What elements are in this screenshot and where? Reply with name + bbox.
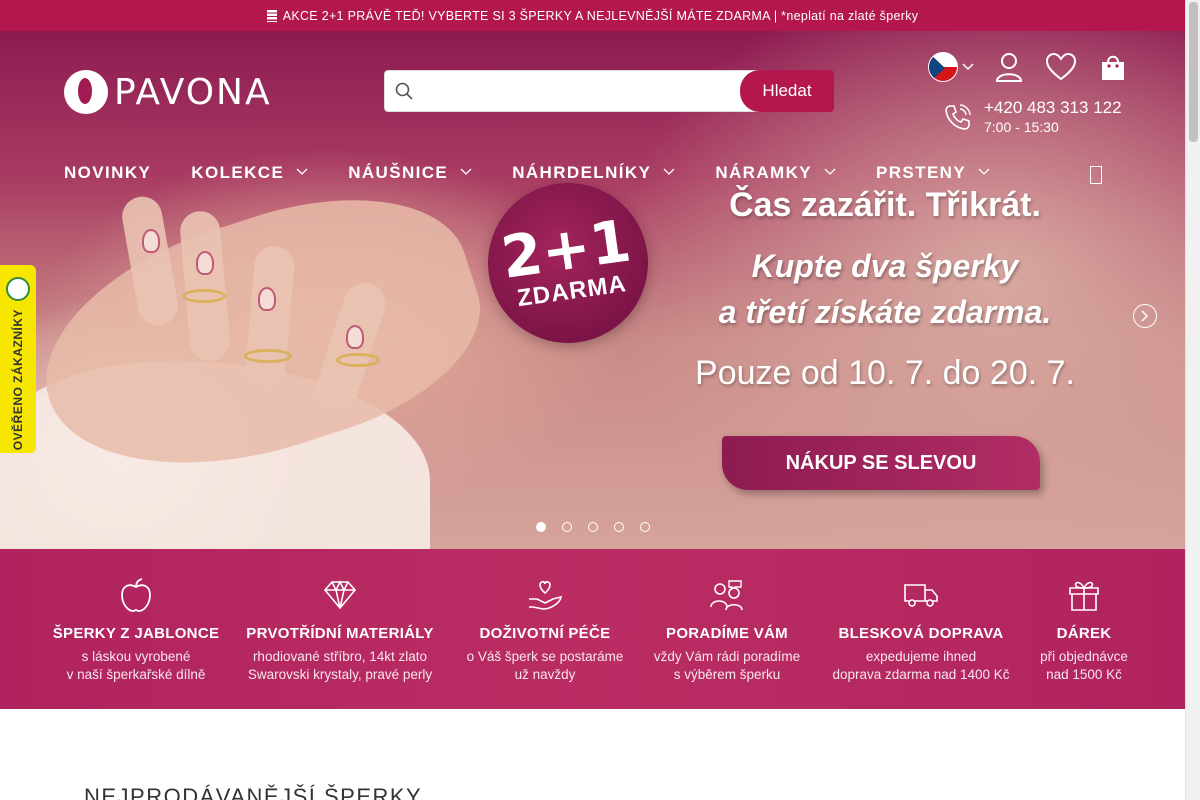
- phone-icon: [945, 104, 971, 130]
- logo-text: PAVONA: [114, 71, 272, 113]
- slider-dot[interactable]: [614, 522, 624, 532]
- main-nav: NOVINKY KOLEKCE NÁUŠNICE NÁHRDELNÍKY NÁR…: [64, 163, 1030, 183]
- hero-image-nail: [196, 251, 214, 275]
- feature-text: Swarovski krystaly, pravé perly: [247, 667, 433, 682]
- phone-hours: 7:00 - 15:30: [984, 119, 1059, 135]
- nav-item-naramky[interactable]: NÁRAMKY: [715, 163, 836, 183]
- nav-item-label: NOVINKY: [64, 163, 152, 182]
- hero-subtitle-line2: a třetí získáte zdarma.: [718, 294, 1052, 330]
- promo-text: AKCE 2+1 PRÁVĚ TEĎ! VYBERTE SI 3 ŠPERKY …: [282, 8, 919, 23]
- hero-cta-button[interactable]: NÁKUP SE SLEVOU: [722, 436, 1040, 490]
- feature-title: PRVOTŘÍDNÍ MATERIÁLY: [246, 625, 434, 642]
- feature-text: v naší šperkařské dílně: [66, 667, 206, 682]
- cart-icon[interactable]: [1096, 50, 1130, 84]
- slider-dot[interactable]: [588, 522, 598, 532]
- hero-date: Pouze od 10. 7. do 20. 7.: [695, 354, 1075, 392]
- hero-image-nail: [142, 229, 160, 253]
- slider-next-button[interactable]: [1133, 304, 1157, 328]
- scrollbar-thumb[interactable]: [1189, 2, 1198, 142]
- chevron-down-icon[interactable]: [962, 60, 974, 74]
- flag-cz-icon[interactable]: [928, 52, 958, 82]
- nav-item-prsteny[interactable]: PRSTENY: [876, 163, 990, 183]
- diamond-icon: [230, 573, 450, 617]
- feature-item: PRVOTŘÍDNÍ MATERIÁLY rhodiované stříbro,…: [230, 549, 450, 684]
- heart-icon[interactable]: [1044, 50, 1078, 84]
- slider-dot[interactable]: [640, 522, 650, 532]
- feature-title: PORADÍME VÁM: [666, 625, 788, 642]
- search-field[interactable]: [384, 70, 760, 112]
- apple-icon: [26, 573, 246, 617]
- nav-item-label: NÁRAMKY: [715, 163, 812, 182]
- nav-item-kolekce[interactable]: KOLEKCE: [191, 163, 308, 183]
- feature-text: s výběrem šperku: [673, 667, 781, 682]
- feature-title: DÁREK: [1056, 625, 1112, 642]
- phone-contact[interactable]: +420 483 313 122 7:00 - 15:30: [944, 98, 1122, 136]
- nav-item-label: NÁUŠNICE: [348, 163, 449, 182]
- page: AKCE 2+1 PRÁVĚ TEĎ! VYBERTE SI 3 ŠPERKY …: [0, 0, 1200, 800]
- logo[interactable]: PAVONA: [64, 70, 272, 114]
- nav-item-label: KOLEKCE: [191, 163, 285, 182]
- slider-dots: [536, 522, 650, 532]
- user-icon[interactable]: [992, 50, 1026, 84]
- verified-logo-icon: [6, 277, 30, 301]
- nav-item-label: PRSTENY: [876, 163, 967, 182]
- feature-text: vždy Vám rádi poradíme: [653, 649, 801, 664]
- hero-image-nail: [346, 325, 364, 349]
- hero-image-nail: [258, 287, 276, 311]
- feature-item: PORADÍME VÁM vždy Vám rádi poradíme s vý…: [617, 549, 837, 684]
- chevron-down-icon: [663, 167, 675, 179]
- hero-image-ring: [244, 349, 292, 363]
- hero-image-ring: [336, 353, 380, 367]
- nav-item-nahrdelniky[interactable]: NÁHRDELNÍKY: [512, 163, 675, 183]
- nav-item-label: NÁHRDELNÍKY: [512, 163, 652, 182]
- slider-dot[interactable]: [562, 522, 572, 532]
- verified-text: OVĚŘENO ZÁKAZNÍKY: [11, 309, 25, 451]
- search-input[interactable]: [413, 72, 760, 110]
- peacock-logo-icon: [64, 70, 108, 114]
- feature-text: rhodiované stříbro, 14kt zlato: [252, 649, 428, 664]
- chevron-down-icon: [978, 167, 990, 179]
- hero-subtitle-line1: Kupte dva šperky: [751, 248, 1019, 284]
- gift-icon: [974, 573, 1194, 617]
- header-actions: [928, 50, 1130, 84]
- chevron-down-icon: [824, 167, 836, 179]
- feature-text: s láskou vyrobené: [81, 649, 191, 664]
- search-bar: Hledat: [384, 70, 834, 112]
- feature-title: ŠPERKY Z JABLONCE: [52, 625, 220, 642]
- hero-title: Čas zazářit. Třikrát.: [729, 186, 1041, 224]
- support-people-icon: [617, 573, 837, 617]
- chevron-down-icon: [296, 167, 308, 179]
- vertical-scrollbar[interactable]: [1185, 0, 1200, 800]
- phone-text: +420 483 313 122 7:00 - 15:30: [984, 98, 1122, 136]
- chevron-down-icon: [460, 167, 472, 179]
- search-button[interactable]: Hledat: [740, 70, 834, 112]
- chevron-right-icon: [1141, 310, 1148, 322]
- feature-item: DÁREK při objednávce nad 1500 Kč: [974, 549, 1194, 684]
- section-title: NEJPRODÁVANĚJŠÍ ŠPERKY: [84, 784, 423, 800]
- search-icon: [395, 82, 413, 100]
- promo-icon: [266, 9, 277, 22]
- nav-item-nausnice[interactable]: NÁUŠNICE: [348, 163, 472, 183]
- verified-badge[interactable]: OVĚŘENO ZÁKAZNÍKY: [0, 265, 36, 453]
- phone-number[interactable]: +420 483 313 122: [984, 98, 1122, 118]
- nav-item-novinky[interactable]: NOVINKY: [64, 163, 151, 183]
- feature-text: při objednávce: [1040, 649, 1128, 664]
- slider-dot[interactable]: [536, 522, 546, 532]
- promo-bar[interactable]: AKCE 2+1 PRÁVĚ TEĎ! VYBERTE SI 3 ŠPERKY …: [0, 0, 1185, 31]
- feature-item: ŠPERKY Z JABLONCE s láskou vyrobené v na…: [26, 549, 246, 684]
- feature-text: nad 1500 Kč: [1046, 667, 1122, 682]
- features-strip: ŠPERKY Z JABLONCE s láskou vyrobené v na…: [0, 549, 1185, 709]
- hero-image-ring: [182, 289, 226, 303]
- nav-more-icon[interactable]: [1090, 166, 1102, 184]
